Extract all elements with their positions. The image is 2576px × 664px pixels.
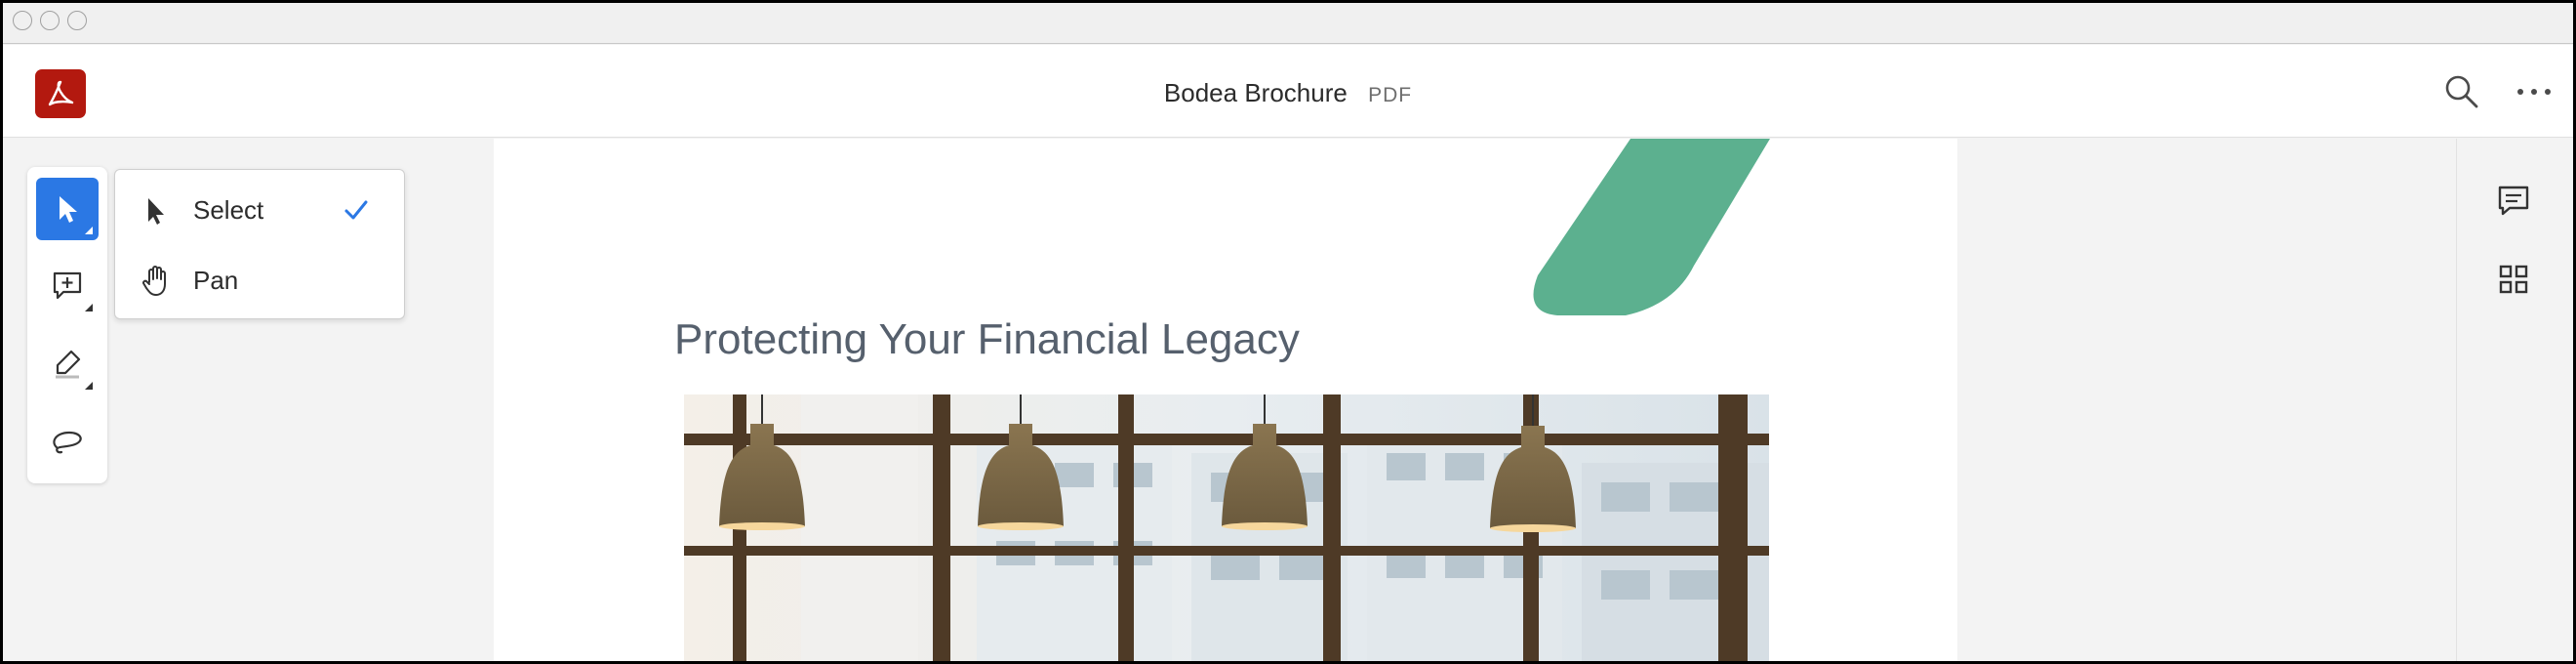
checkmark-icon <box>344 200 368 220</box>
highlighter-icon <box>56 350 81 379</box>
comments-icon[interactable] <box>2494 182 2533 221</box>
menu-item-label: Pan <box>193 265 239 295</box>
cursor-icon <box>60 196 77 223</box>
office-lamps-photo <box>684 394 1769 661</box>
tool-menu: Select Pan <box>114 169 405 319</box>
document-type: PDF <box>1368 84 1413 106</box>
comment-plus-icon <box>53 271 82 300</box>
app-window: Bodea Brochure PDF Select Pan Protecting… <box>3 3 2573 661</box>
app-header: Bodea Brochure PDF <box>3 45 2573 138</box>
decorative-green-shape <box>1533 139 1770 315</box>
highlight-tool-button[interactable] <box>36 333 99 395</box>
tool-submenu-indicator <box>85 304 93 311</box>
title-bar <box>3 3 2573 44</box>
document-name: Bodea Brochure <box>1163 78 1348 107</box>
search-icon[interactable] <box>2442 72 2481 111</box>
document-page: Protecting Your Financial Legacy <box>494 139 1957 661</box>
menu-item-select[interactable]: Select <box>115 178 404 242</box>
tool-submenu-indicator <box>85 227 93 234</box>
document-title: Bodea Brochure PDF <box>3 78 2573 108</box>
right-rail <box>2456 139 2573 661</box>
close-window-button[interactable] <box>13 11 32 30</box>
tool-submenu-indicator <box>85 382 93 390</box>
menu-item-pan[interactable]: Pan <box>115 248 404 312</box>
zoom-window-button[interactable] <box>67 11 87 30</box>
hand-icon <box>142 266 166 296</box>
lasso-icon <box>53 431 82 454</box>
cursor-icon <box>148 198 164 225</box>
thumbnails-icon[interactable] <box>2494 260 2533 299</box>
add-comment-tool-button[interactable] <box>36 255 99 317</box>
draw-tool-button[interactable] <box>36 410 99 473</box>
more-icon[interactable] <box>2513 72 2556 111</box>
menu-item-label: Select <box>193 194 264 225</box>
select-tool-button[interactable] <box>36 178 99 240</box>
minimize-window-button[interactable] <box>40 11 60 30</box>
document-heading: Protecting Your Financial Legacy <box>674 315 1300 363</box>
tool-rail <box>27 167 107 483</box>
